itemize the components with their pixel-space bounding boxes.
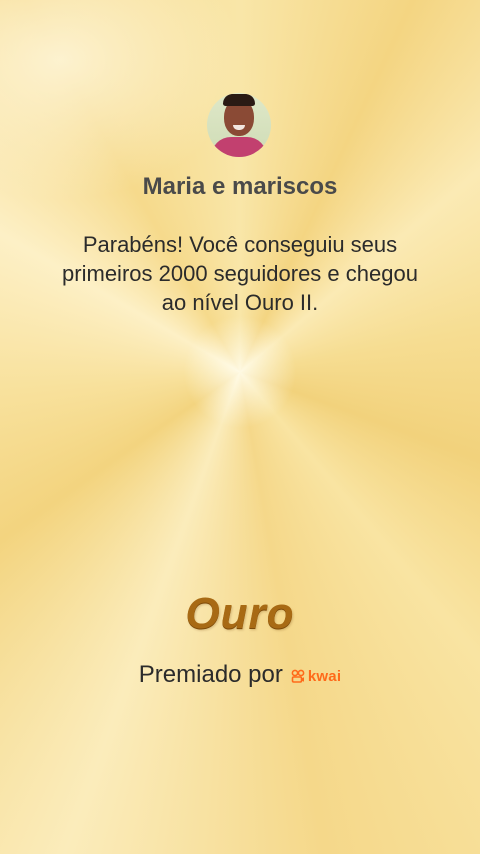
profile-name: Maria e mariscos bbox=[142, 173, 338, 200]
avatar-hair bbox=[223, 94, 255, 106]
kwai-logo: kwai bbox=[291, 668, 341, 685]
avatar bbox=[207, 93, 271, 157]
kwai-brand-text: kwai bbox=[307, 667, 342, 685]
award-line: Premiado por kwai bbox=[0, 661, 480, 689]
congratulation-message: Parabéns! Você conseguiu seus primeiros … bbox=[62, 232, 418, 315]
avatar-shirt bbox=[211, 137, 267, 157]
level-title: Ouro bbox=[185, 589, 295, 638]
kwai-icon bbox=[291, 669, 305, 683]
award-label: Premiado por bbox=[138, 661, 283, 688]
